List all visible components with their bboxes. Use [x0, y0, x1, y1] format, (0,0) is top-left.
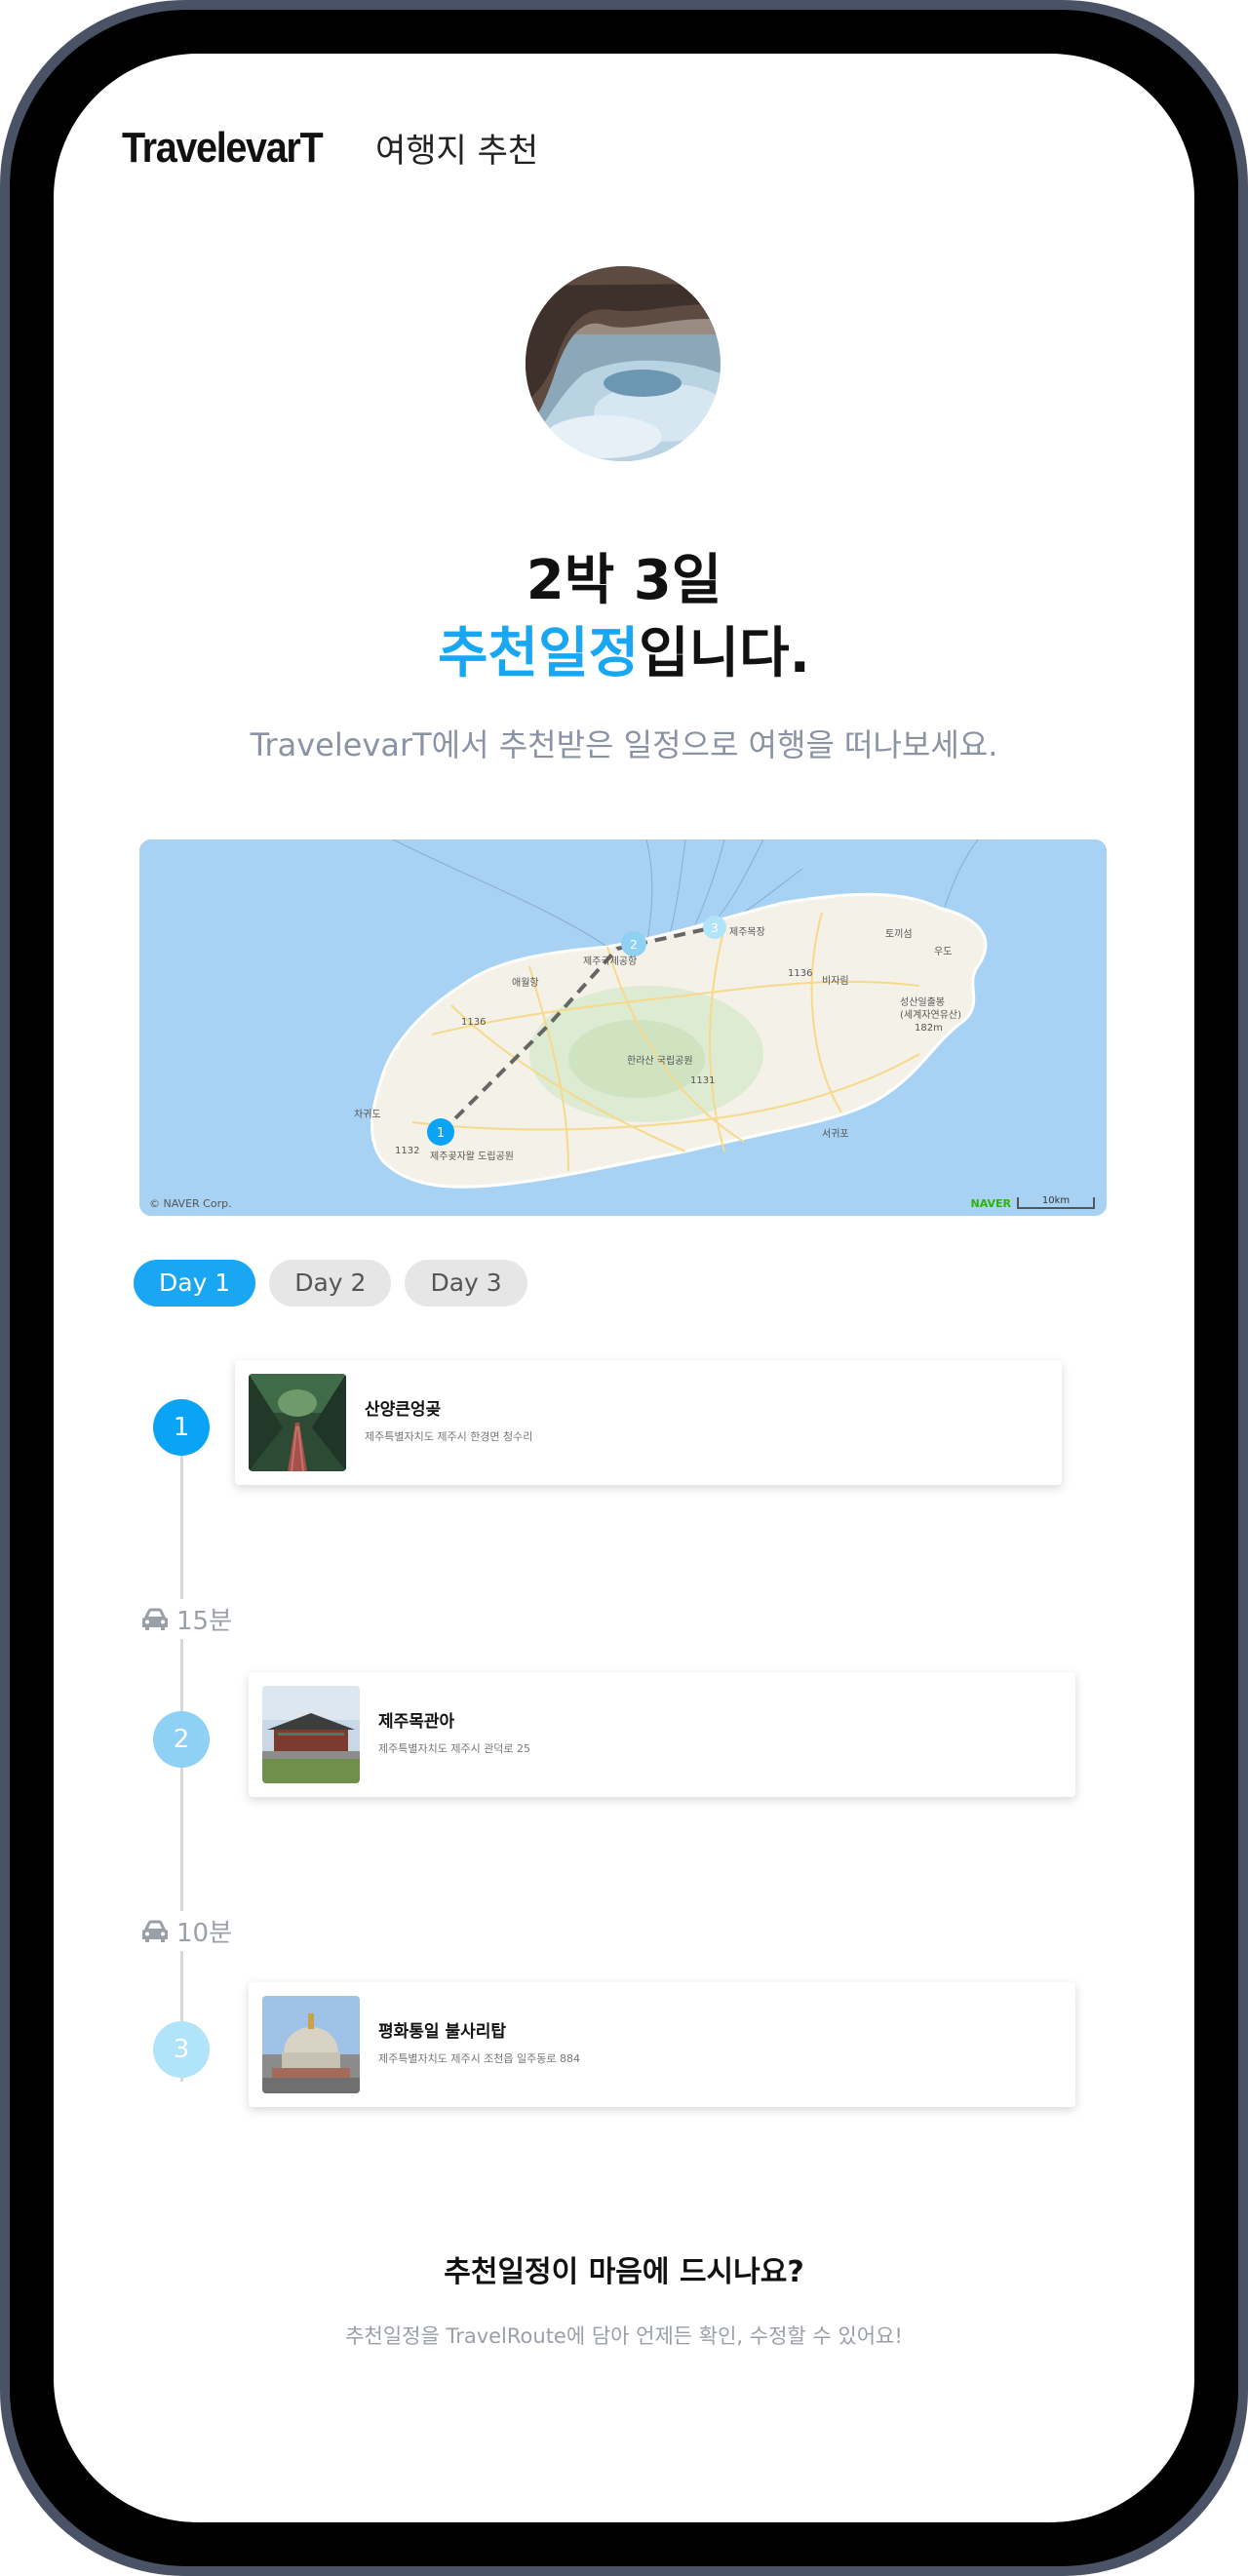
map-canvas: 1 2 3 제주국제공항 애월항 한라산 국립공원 성산일출봉 (세계자연유산)…: [139, 839, 1107, 1216]
place-card-2[interactable]: 제주목관아 제주특별자치도 제주시 관덕로 25: [249, 1672, 1075, 1797]
map-label-park: 제주곶자왈 도립공원: [430, 1150, 514, 1162]
map-label-airport: 제주국제공항: [583, 956, 637, 967]
place-card-1[interactable]: 산양큰엉곶 제주특별자치도 제주시 한경면 청수리: [235, 1360, 1062, 1485]
route-map[interactable]: 1 2 3 제주국제공항 애월항 한라산 국립공원 성산일출봉 (세계자연유산)…: [139, 839, 1107, 1216]
map-label-seongsan-alt: 182m: [915, 1023, 943, 1034]
place-address-2: 제주특별자치도 제주시 관덕로 25: [378, 1742, 531, 1755]
place-name-3: 평화통일 불사리탑: [378, 2022, 507, 2042]
place-name-2: 제주목관아: [378, 1712, 455, 1732]
phone-frame: TravelevarT 여행지 추천 2박 3일 추천일정입니다. Travel…: [0, 0, 1248, 2576]
recommendation-title: 추천일정입니다.: [54, 609, 1194, 688]
map-copyright: © NAVER Corp.: [149, 1197, 232, 1210]
map-label-port: 애월항: [512, 977, 539, 989]
map-label-bijarim: 비자림: [822, 975, 849, 987]
title-suffix: 입니다.: [639, 622, 810, 685]
step-number-2: 2: [153, 1711, 210, 1768]
footer-title: 추천일정이 마음에 드시나요?: [444, 2255, 804, 2289]
tab-day-2[interactable]: Day 2: [269, 1260, 392, 1307]
place-photo-3: [262, 1996, 360, 2093]
step-number-1: 1: [153, 1399, 210, 1456]
map-label-seongsan-desc: (세계자연유산): [900, 1009, 961, 1021]
car-icon: [142, 1608, 168, 1630]
travel-time-label-1: 15분: [176, 1607, 233, 1636]
map-marker-3[interactable]: 3: [711, 921, 719, 935]
map-label-chagwido: 차귀도: [354, 1109, 381, 1120]
map-label-road-1136a: 1136: [461, 1017, 486, 1028]
map-label-seongsan: 성산일출봉: [900, 996, 945, 1008]
travel-time-label-2: 10분: [176, 1919, 233, 1948]
tab-day-3[interactable]: Day 3: [405, 1260, 527, 1307]
map-brand: NAVER: [970, 1197, 1011, 1210]
footer-description: 추천일정을 TravelRoute에 담아 언제든 확인, 수정할 수 있어요!: [345, 2324, 903, 2348]
header-subtitle: 여행지 추천: [375, 132, 539, 171]
travel-time-1: 15분: [139, 1599, 233, 1639]
hero-description: TravelevarT에서 추천받은 일정으로 여행을 떠나보세요.: [250, 726, 998, 763]
place-photo-2: [262, 1686, 360, 1783]
tab-day-1[interactable]: Day 1: [134, 1260, 256, 1307]
map-label-mountain: 한라산 국립공원: [627, 1054, 693, 1067]
place-photo-1: [249, 1374, 346, 1471]
day-tabs: Day 1 Day 2 Day 3: [134, 1260, 527, 1307]
car-icon: [142, 1920, 168, 1942]
brand-logo[interactable]: TravelevarT: [122, 124, 324, 173]
map-scale: 10km: [1017, 1196, 1095, 1209]
place-card-3[interactable]: 평화통일 불사리탑 제주특별자치도 제주시 조천읍 일주동로 884: [249, 1982, 1075, 2107]
travel-time-2: 10분: [139, 1911, 233, 1951]
step-number-3: 3: [153, 2021, 210, 2078]
map-label-road-1131: 1131: [690, 1075, 715, 1086]
map-label-udo: 우도: [934, 946, 952, 957]
map-label-seogwipo: 서귀포: [822, 1128, 849, 1140]
place-address-3: 제주특별자치도 제주시 조천읍 일주동로 884: [378, 2052, 581, 2065]
destination-photo: [526, 266, 721, 461]
map-label-road-1132: 1132: [395, 1146, 419, 1156]
map-marker-1[interactable]: 1: [437, 1126, 445, 1141]
trip-duration-title: 2박 3일: [526, 549, 722, 612]
map-label-tokki: 토끼섬: [885, 928, 913, 940]
map-label-jeju-port: 제주목장: [729, 926, 765, 938]
place-name-1: 산양큰엉곶: [365, 1400, 442, 1420]
title-highlight: 추천일정: [438, 622, 640, 685]
place-address-1: 제주특별자치도 제주시 한경면 청수리: [365, 1430, 533, 1443]
screen: TravelevarT 여행지 추천 2박 3일 추천일정입니다. Travel…: [54, 54, 1194, 2522]
map-marker-2[interactable]: 2: [630, 938, 638, 952]
map-label-road-1136b: 1136: [788, 968, 812, 979]
